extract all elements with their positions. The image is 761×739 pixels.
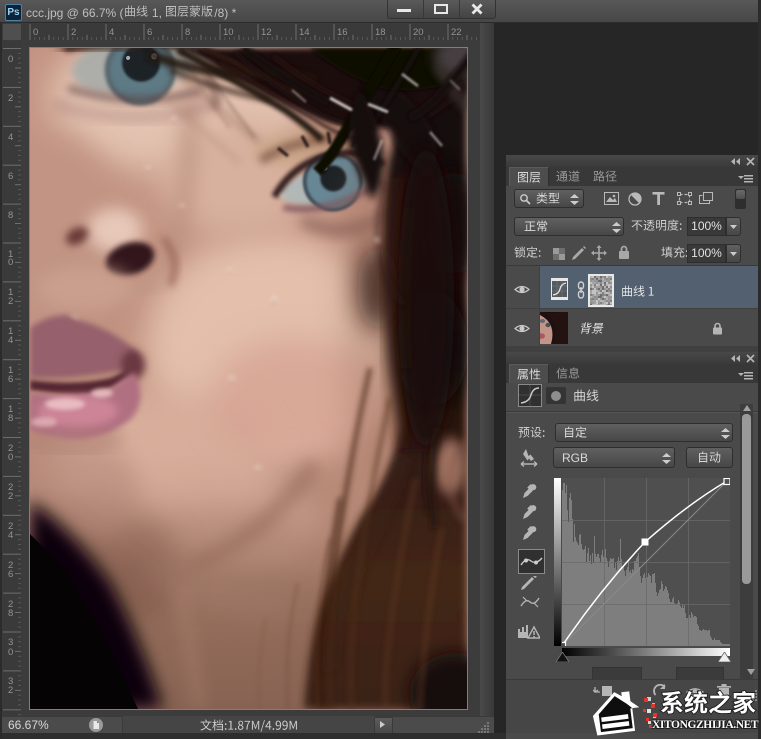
svg-text:4: 4	[8, 132, 13, 143]
svg-text:4: 4	[109, 27, 114, 38]
svg-text:6: 6	[8, 569, 13, 580]
svg-text:4: 4	[8, 335, 13, 346]
svg-text:4: 4	[8, 530, 13, 541]
svg-text:8: 8	[8, 413, 13, 424]
svg-text:8: 8	[185, 27, 190, 38]
svg-text:0: 0	[8, 54, 13, 65]
svg-text:2: 2	[8, 296, 13, 307]
svg-text:0: 0	[8, 647, 13, 658]
svg-text:6: 6	[8, 171, 13, 182]
svg-text:2: 2	[8, 685, 13, 696]
svg-text:2: 2	[8, 491, 13, 502]
svg-text:6: 6	[147, 27, 152, 38]
svg-text:16: 16	[337, 27, 348, 38]
svg-text:0: 0	[33, 27, 38, 38]
svg-text:20: 20	[413, 27, 424, 38]
svg-text:8: 8	[8, 608, 13, 619]
svg-text:0: 0	[8, 257, 13, 268]
svg-text:22: 22	[451, 27, 462, 38]
svg-text:0: 0	[8, 452, 13, 463]
svg-text:6: 6	[8, 374, 13, 385]
svg-text:10: 10	[223, 27, 234, 38]
svg-text:2: 2	[71, 27, 76, 38]
svg-text:2: 2	[8, 93, 13, 104]
svg-text:14: 14	[299, 27, 310, 38]
svg-text:12: 12	[261, 27, 272, 38]
svg-text:8: 8	[8, 210, 13, 221]
svg-text:18: 18	[375, 27, 386, 38]
